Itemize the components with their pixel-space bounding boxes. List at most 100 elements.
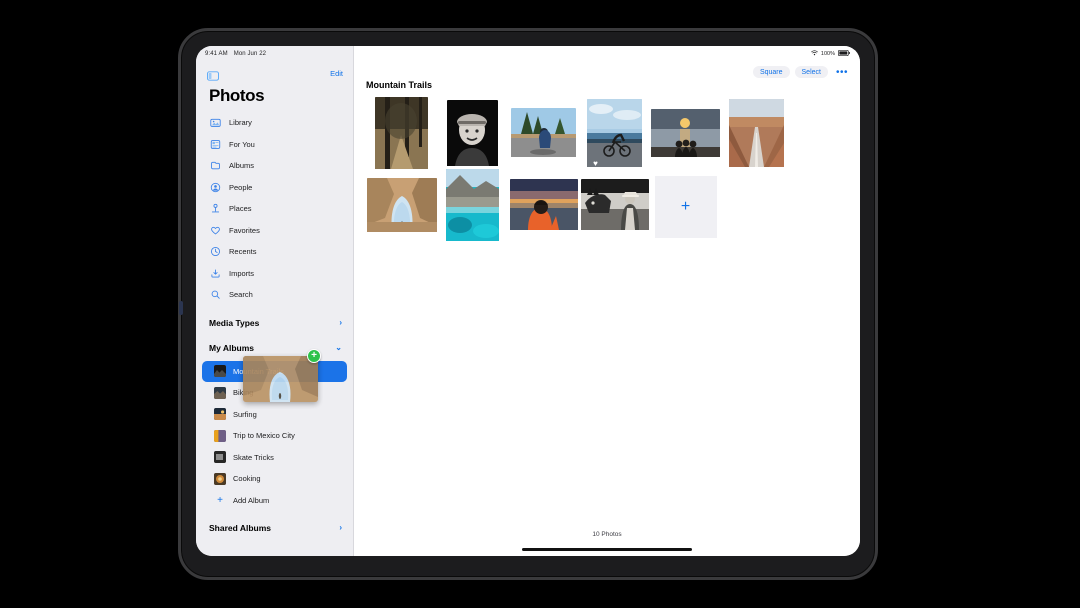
album-item-label: Surfing [233,409,257,419]
sidebar: 9:41 AM Mon Jun 22 Edit Photos Library F… [196,46,354,556]
ipad-screen: 9:41 AM Mon Jun 22 Edit Photos Library F… [196,46,860,556]
status-bar-date: Mon Jun 22 [233,51,267,57]
battery-full-icon [838,50,850,58]
photo-cell[interactable] [508,171,579,243]
album-thumbnail [214,386,226,399]
sidebar-item-label: Albums [229,161,255,171]
sidebar-item-label: Search [229,290,253,300]
sidebar-item-albums[interactable]: Albums [196,155,353,177]
section-title: Shared Albums [209,523,272,533]
cave-sky-photo[interactable] [366,177,437,237]
status-bar-left: 9:41 AM Mon Jun 22 [196,46,353,62]
section-header-media-types[interactable]: Media Types › [196,311,353,335]
section-title: My Albums [209,342,255,353]
plus-icon: + [217,494,223,506]
forest-trail-photo[interactable] [375,96,428,174]
album-thumbnail [214,365,226,378]
photo-cell[interactable] [721,98,792,172]
main-toolbar: Square Select ••• [752,66,851,78]
album-item-label: Skate Tricks [233,452,274,462]
sidebar-item-label: Library [229,118,252,128]
canyon-road-photo[interactable] [729,98,784,172]
photo-cell[interactable] [650,99,721,171]
sidebar-item-places[interactable]: Places [196,198,353,220]
photo-count-label: 10 Photos [592,531,622,538]
albums-icon [210,160,221,171]
album-thumbnail [214,472,226,485]
album-thumbnail [214,429,226,442]
import-tray-icon [210,268,221,279]
home-indicator[interactable] [522,548,692,551]
photo-cell[interactable] [437,168,508,246]
select-button[interactable]: Select [794,66,828,78]
sidebar-top-row: Edit [196,62,353,84]
chevron-down-icon: ⌄ [335,342,342,352]
heart-icon [210,225,221,236]
for-you-icon [210,139,221,150]
album-item-surfing[interactable]: Surfing [202,404,347,426]
sunset-lake-photo[interactable] [651,108,720,162]
drag-add-badge-icon: + [307,349,321,363]
page-title: Mountain Trails [366,80,433,90]
coastal-cyclist-photo[interactable]: ♥ [587,98,642,172]
sidebar-item-label: Recents [229,247,257,257]
sidebar-item-label: Favorites [229,225,260,235]
sidebar-item-library[interactable]: Library [196,112,353,134]
favorite-heart-icon: ♥ [593,158,598,168]
dragged-photo-ghost[interactable] [243,356,318,402]
horse-rancher-photo[interactable] [580,179,649,235]
album-item-label: Cooking [233,474,261,484]
add-album-button[interactable]: + Add Album [202,490,347,512]
album-thumbnail [214,408,226,421]
add-album-label: Add Album [233,495,270,505]
sidebar-item-people[interactable]: People [196,177,353,199]
photo-grid: ♥ + [354,90,854,243]
photo-cell[interactable] [508,99,579,171]
people-icon [210,182,221,193]
clock-icon [210,246,221,257]
album-thumbnail [214,451,226,464]
photo-cell[interactable] [366,171,437,243]
sidebar-item-recents[interactable]: Recents [196,241,353,263]
ellipsis-icon[interactable]: ••• [833,67,851,78]
section-title: Media Types [209,317,260,328]
sidebar-item-label: Places [229,204,252,214]
roadside-rest-photo[interactable] [511,108,576,162]
square-button[interactable]: Square [752,66,790,78]
library-icon [210,117,221,128]
sidebar-item-label: For You [229,139,255,149]
battery-percent-label: 100% [820,51,835,57]
sidebar-item-for-you[interactable]: For You [196,134,353,156]
side-button[interactable] [179,301,183,315]
main-content: 100% Square Select ••• Mountain Trails ♥… [354,46,860,556]
sidebar-item-search[interactable]: Search [196,284,353,306]
status-bar-time: 9:41 AM [205,51,228,57]
photo-cell[interactable]: ♥ [579,98,650,172]
sunset-watcher-photo[interactable] [509,179,578,235]
status-bar-right: 100% [811,50,850,58]
add-photo-button[interactable]: + [654,176,717,238]
photo-cell[interactable] [366,96,437,174]
sidebar-toggle-icon[interactable] [207,68,219,81]
sidebar-nav-list: Library For You Albums People Places Fav… [196,112,353,306]
album-item-cooking[interactable]: Cooking [202,468,347,490]
sidebar-item-imports[interactable]: Imports [196,263,353,285]
turquoise-bay-photo[interactable] [446,168,499,246]
cyclist-portrait-photo[interactable] [447,99,498,171]
add-photo-cell[interactable]: + [650,171,721,243]
sidebar-item-label: People [229,182,253,192]
search-icon [210,289,221,300]
sidebar-item-label: Imports [229,268,255,278]
album-item-label: Trip to Mexico City [233,431,295,441]
photo-cell[interactable] [579,171,650,243]
section-header-shared-albums[interactable]: Shared Albums › [196,516,353,540]
chevron-right-icon: › [339,317,342,327]
album-item-skate-tricks[interactable]: Skate Tricks [202,447,347,469]
places-pin-icon [210,203,221,214]
chevron-right-icon: › [339,523,342,532]
photo-cell[interactable] [437,99,508,171]
sidebar-item-favorites[interactable]: Favorites [196,220,353,242]
album-item-trip-to-mexico-city[interactable]: Trip to Mexico City [202,425,347,447]
wifi-icon [811,50,818,58]
edit-button[interactable]: Edit [330,69,343,78]
